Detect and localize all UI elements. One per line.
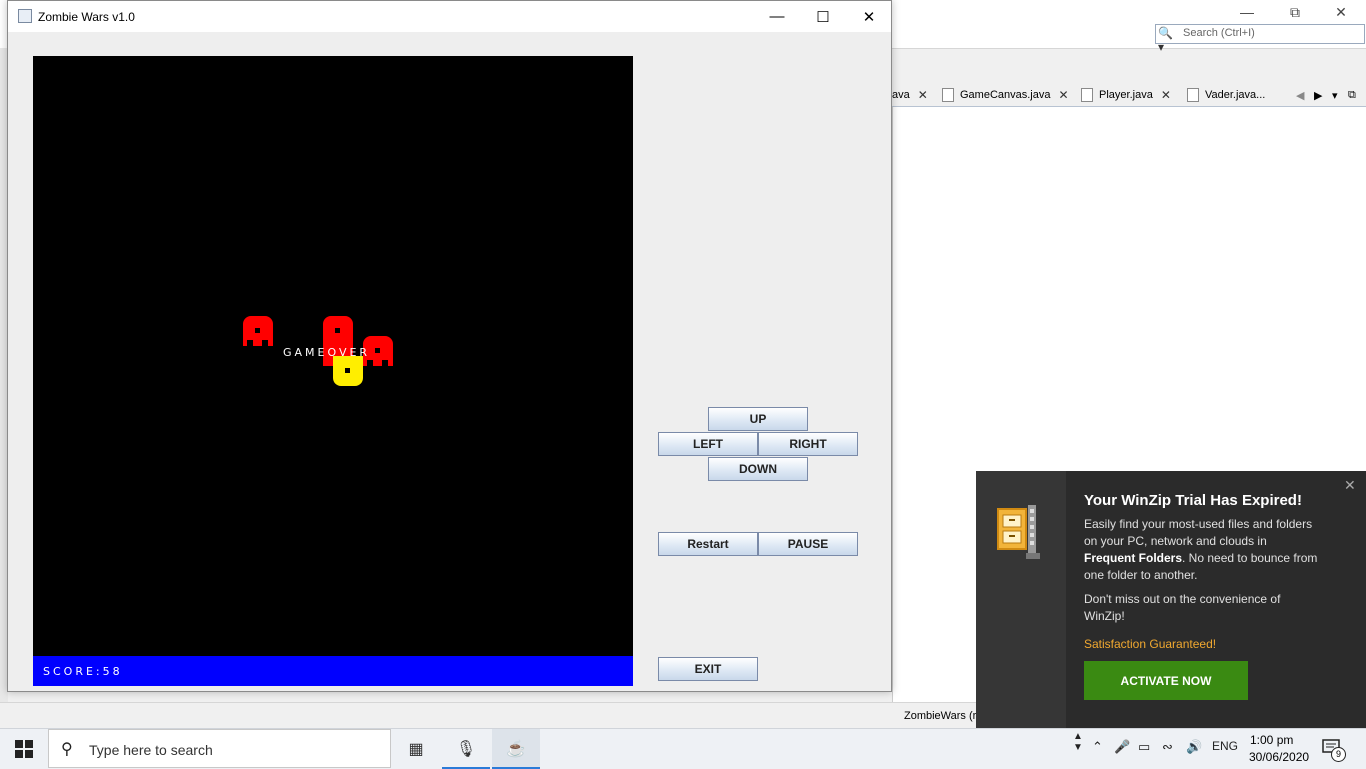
search-icon: ⚲ [61,741,73,758]
microphone-icon: 🎙 [455,741,477,758]
game-canvas[interactable]: GAMEOVER SCORE:58 [33,56,633,686]
taskbar-search-box[interactable]: ⚲ Type here to search [48,729,391,768]
ide-minimize-button[interactable]: — [1224,0,1270,24]
wifi-icon[interactable]: ∾ [1162,739,1173,755]
clock-time[interactable]: 1:00 pm [1250,733,1293,747]
ide-status-text: ZombieWars (ru [904,710,983,722]
pause-button[interactable]: PAUSE [758,532,858,556]
winzip-logo-icon [997,505,1040,559]
java-app-icon: ☕ [506,741,526,758]
ide-tab[interactable]: Player.java ✕ [1081,84,1171,106]
score-text: SCORE:58 [43,665,123,678]
exit-button[interactable]: EXIT [658,657,758,681]
guarantee-text: Satisfaction Guaranteed! [1084,637,1217,651]
start-button[interactable] [0,729,48,769]
activate-now-button[interactable]: ACTIVATE NOW [1084,661,1248,700]
microphone-tray-icon[interactable]: 🎤 [1114,739,1130,755]
ide-search-field[interactable]: 🔍▾ Search (Ctrl+I) [1155,24,1365,54]
show-hidden-icons-icon[interactable]: ⌃ [1092,739,1103,755]
ide-close-button[interactable]: ✕ [1318,0,1364,24]
notification-title: Your WinZip Trial Has Expired! [1084,492,1302,509]
java-app-icon [18,9,32,23]
down-button[interactable]: DOWN [708,457,808,481]
java-file-icon [942,88,954,102]
search-icon: 🔍▾ [1158,26,1173,54]
winzip-notification[interactable]: ✕ Your WinZip Trial Has Expired! Easily … [976,471,1366,728]
ide-tab[interactable]: ava ✕ [892,84,928,106]
tray-scroll-icon[interactable]: ▲ ▼ [1073,731,1083,753]
java-file-icon [1081,88,1093,102]
game-window: Zombie Wars v1.0 — ☐ ✕ GAMEOVER SCORE:58… [7,0,892,692]
close-icon[interactable]: ✕ [1059,88,1069,102]
close-icon[interactable]: ✕ [918,88,928,102]
close-icon[interactable]: ✕ [1344,477,1356,494]
scroll-left-icon[interactable]: ◀ [1296,84,1304,106]
taskbar-search-placeholder: Type here to search [89,742,213,758]
window-title: Zombie Wars v1.0 [38,10,135,24]
notification-body: Easily find your most-used files and fol… [1084,517,1318,582]
ide-tab-label: Vader.java... [1205,89,1266,101]
zombie-sprite [243,316,273,346]
taskbar: ⚲ Type here to search ▦ 🎙 ☕ ▲ ▼ ⌃ 🎤 ▭ ∾ 🔊… [0,728,1366,769]
ide-tab[interactable]: GameCanvas.java ✕ [942,84,1069,106]
ide-tab[interactable]: Vader.java... [1187,84,1265,106]
notification-body-secondary: Don't miss out on the convenience of Win… [1084,592,1281,623]
maximize-button[interactable]: ☐ [800,1,846,32]
ide-restore-button[interactable]: ⧉ [1272,0,1318,24]
player-sprite [333,356,363,386]
battery-icon[interactable]: ▭ [1138,739,1150,755]
ide-tab-label: Player.java [1099,89,1153,101]
tab-list-icon[interactable]: ▾ [1332,84,1338,106]
ide-tab-label: ava [892,89,910,101]
ide-editor-tabs: ava ✕ GameCanvas.java ✕ Player.java ✕ Vader… [892,84,1366,107]
restart-button[interactable]: Restart [658,532,758,556]
restore-editor-icon[interactable]: ⧉ [1348,84,1356,106]
score-bar: SCORE:58 [33,656,633,686]
windows-logo-icon [15,740,33,758]
right-button[interactable]: RIGHT [758,432,858,456]
taskbar-app-java[interactable]: ☕ [492,729,540,769]
java-file-icon [1187,88,1199,102]
scroll-right-icon[interactable]: ▶ [1314,84,1322,106]
notification-count-badge: 9 [1331,747,1346,762]
ide-tab-label: GameCanvas.java [960,89,1051,101]
task-view-icon[interactable]: ▦ [392,729,440,769]
left-button[interactable]: LEFT [658,432,758,456]
close-icon[interactable]: ✕ [1161,88,1171,102]
close-button[interactable]: ✕ [846,1,892,32]
action-center-icon[interactable]: 9 [1322,739,1346,762]
taskbar-app-recorder[interactable]: 🎙 [442,729,490,769]
volume-icon[interactable]: 🔊 [1186,739,1202,755]
minimize-button[interactable]: — [754,1,800,32]
up-button[interactable]: UP [708,407,808,431]
language-indicator[interactable]: ENG [1212,739,1238,753]
game-over-text: GAMEOVER [283,346,371,359]
title-bar: Zombie Wars v1.0 — ☐ ✕ [8,1,891,32]
ide-search-placeholder: Search (Ctrl+I) [1183,27,1255,39]
clock-date[interactable]: 30/06/2020 [1249,750,1309,764]
